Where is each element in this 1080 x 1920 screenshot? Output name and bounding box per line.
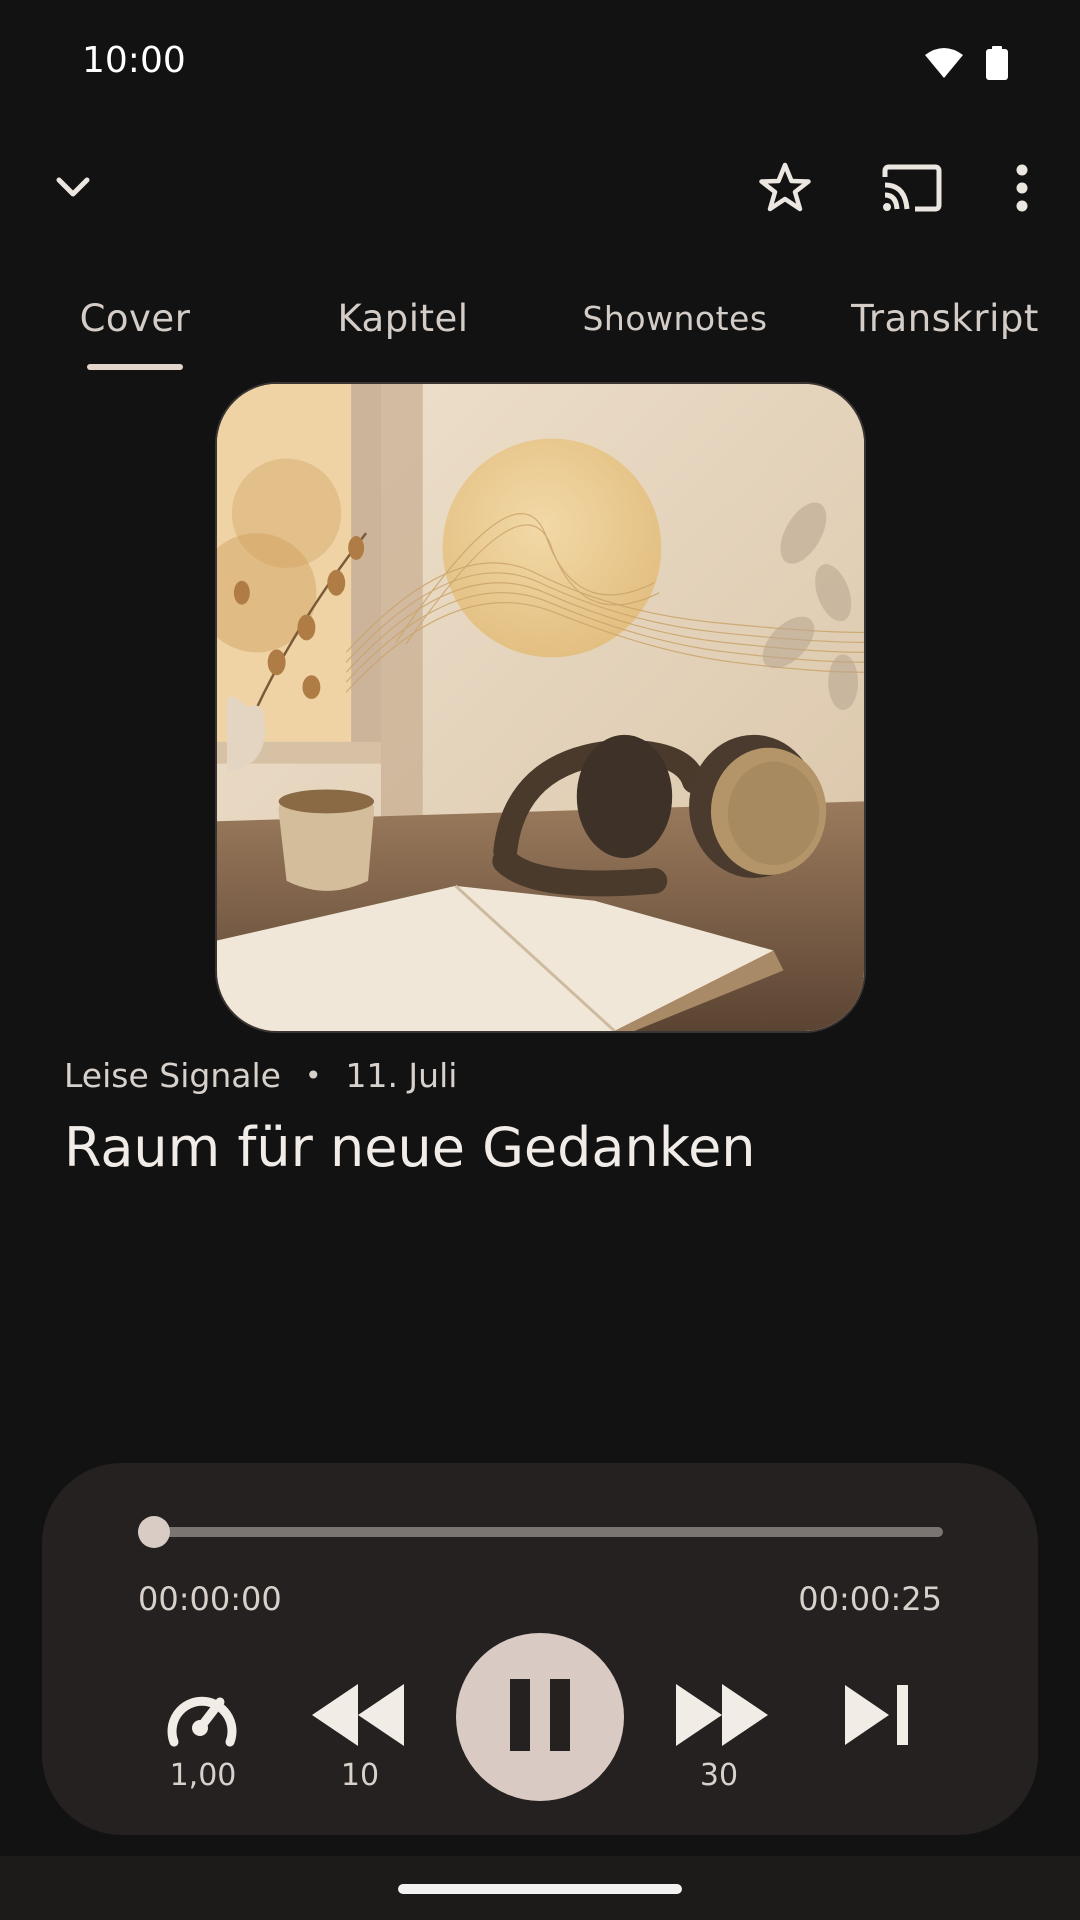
tab-kapitel[interactable]: Kapitel <box>318 288 488 348</box>
rewind-icon <box>310 1682 406 1752</box>
speedometer-icon <box>164 1684 240 1752</box>
home-gesture-handle[interactable] <box>398 1884 682 1894</box>
episode-date: 11. Juli <box>345 1056 458 1095</box>
playback-speed-button[interactable] <box>164 1683 240 1753</box>
meta-separator: • <box>304 1059 322 1092</box>
chevron-down-icon <box>55 176 91 204</box>
status-icons <box>924 46 1008 84</box>
forward-seconds-label: 30 <box>699 1758 739 1793</box>
tab-indicator <box>87 364 183 370</box>
status-bar: 10:00 <box>0 0 1080 130</box>
skip-next-button[interactable] <box>840 1684 912 1750</box>
tab-transkript[interactable]: Transkript <box>840 288 1050 348</box>
tab-cover[interactable]: Cover <box>50 288 220 348</box>
status-time: 10:00 <box>82 40 186 81</box>
cast-icon <box>881 163 943 217</box>
pause-button[interactable] <box>456 1633 624 1801</box>
skip-next-icon <box>841 1683 911 1751</box>
remaining-time: 00:00:25 <box>798 1580 942 1618</box>
playback-speed-label: 1,00 <box>169 1758 237 1793</box>
cast-button[interactable] <box>872 150 952 230</box>
wifi-icon <box>924 47 964 83</box>
tab-bar: Cover Kapitel Shownotes Transkript <box>0 270 1080 370</box>
episode-meta: Leise Signale • 11. Juli <box>64 1056 457 1095</box>
star-outline-icon <box>758 162 812 218</box>
more-options-button[interactable] <box>982 150 1062 230</box>
collapse-button[interactable] <box>33 150 113 230</box>
top-app-bar <box>0 150 1080 230</box>
favorite-button[interactable] <box>745 150 825 230</box>
seek-bar-track[interactable] <box>138 1527 943 1537</box>
forward-button[interactable] <box>672 1684 772 1750</box>
cover-art <box>215 382 866 1033</box>
tab-shownotes[interactable]: Shownotes <box>570 288 780 348</box>
pause-icon <box>508 1679 572 1755</box>
episode-title: Raum für neue Gedanken <box>64 1116 756 1179</box>
rewind-seconds-label: 10 <box>340 1758 380 1793</box>
elapsed-time: 00:00:00 <box>138 1580 282 1618</box>
more-vert-icon <box>1015 164 1029 216</box>
seek-bar-thumb[interactable] <box>138 1516 170 1548</box>
fast-forward-icon <box>674 1682 770 1752</box>
battery-icon <box>986 46 1008 84</box>
podcast-name[interactable]: Leise Signale <box>64 1056 281 1095</box>
rewind-button[interactable] <box>308 1684 408 1750</box>
podcast-player-screen: 10:00 Cover Kapitel Shownotes Transkript… <box>0 0 1080 1920</box>
